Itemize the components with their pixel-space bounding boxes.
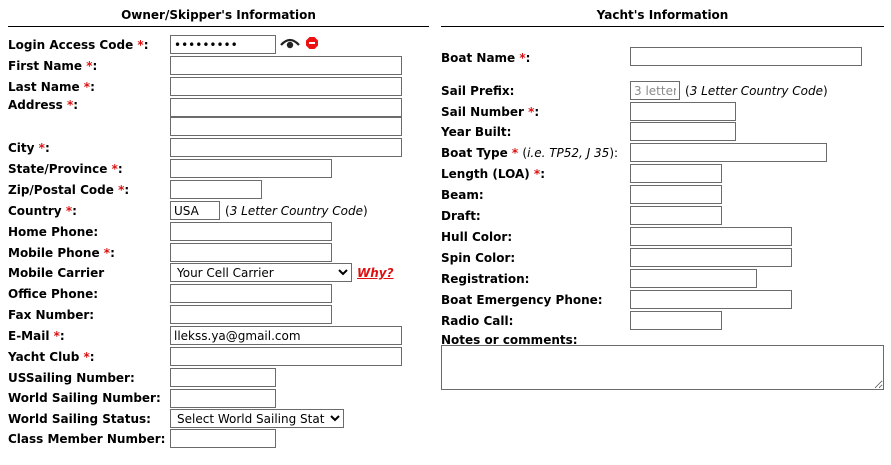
beam-input[interactable] bbox=[630, 185, 722, 204]
emergency-phone-input[interactable] bbox=[630, 290, 792, 309]
email-label: E-Mail *: bbox=[8, 329, 65, 343]
boat-type-input[interactable] bbox=[630, 143, 827, 162]
registration-label: Registration: bbox=[441, 272, 530, 286]
state-label: State/Province *: bbox=[8, 162, 123, 176]
zip-label: Zip/Postal Code *: bbox=[8, 183, 130, 197]
length-input[interactable] bbox=[630, 164, 722, 183]
beam-label: Beam: bbox=[441, 188, 484, 202]
country-label: Country *: bbox=[8, 204, 77, 218]
eye-icon[interactable] bbox=[280, 36, 300, 50]
country-input[interactable] bbox=[170, 201, 220, 220]
spin-color-label: Spin Color: bbox=[441, 251, 516, 265]
ussailing-label: USSailing Number: bbox=[8, 371, 135, 385]
city-label: City *: bbox=[8, 141, 50, 155]
ws-status-select[interactable]: Select World Sailing Status bbox=[170, 409, 344, 428]
hull-color-input[interactable] bbox=[630, 227, 792, 246]
address-line2-input[interactable] bbox=[170, 117, 402, 136]
zip-input[interactable] bbox=[170, 180, 262, 199]
state-input[interactable] bbox=[170, 159, 332, 178]
last-name-input[interactable] bbox=[170, 77, 402, 96]
boat-type-label: Boat Type * (i.e. TP52, J 35): bbox=[441, 146, 619, 160]
last-name-label: Last Name *: bbox=[8, 80, 95, 94]
owner-section-header: Owner/Skipper's Information bbox=[121, 8, 316, 22]
home-phone-input[interactable] bbox=[170, 222, 332, 241]
boat-name-input[interactable] bbox=[630, 47, 862, 66]
sail-prefix-input[interactable] bbox=[630, 81, 680, 100]
sail-number-input[interactable] bbox=[630, 102, 736, 121]
office-phone-input[interactable] bbox=[170, 284, 332, 303]
draft-input[interactable] bbox=[630, 206, 722, 225]
sail-prefix-hint: (3 Letter Country Code) bbox=[685, 84, 828, 98]
stop-icon[interactable] bbox=[306, 37, 318, 49]
draft-label: Draft: bbox=[441, 209, 481, 223]
required-mark: * bbox=[511, 146, 519, 160]
address-label: Address *: bbox=[8, 98, 79, 112]
first-name-label: First Name *: bbox=[8, 59, 98, 73]
emergency-phone-label: Boat Emergency Phone: bbox=[441, 293, 603, 307]
sail-number-label: Sail Number *: bbox=[441, 105, 540, 119]
class-member-label: Class Member Number: bbox=[8, 432, 166, 446]
notes-textarea[interactable] bbox=[441, 345, 884, 390]
ws-number-label: World Sailing Number: bbox=[8, 391, 161, 405]
fax-input[interactable] bbox=[170, 305, 332, 324]
first-name-input[interactable] bbox=[170, 56, 402, 75]
year-built-label: Year Built: bbox=[441, 125, 512, 139]
owner-header-divider bbox=[8, 26, 429, 27]
sail-prefix-label: Sail Prefix: bbox=[441, 84, 515, 98]
class-member-input[interactable] bbox=[170, 429, 276, 448]
yacht-club-input[interactable] bbox=[170, 347, 402, 366]
login-code-label: Login Access Code *: bbox=[8, 38, 149, 52]
ussailing-input[interactable] bbox=[170, 368, 276, 387]
home-phone-label: Home Phone: bbox=[8, 225, 99, 239]
ws-number-input[interactable] bbox=[170, 389, 276, 408]
boat-name-label: Boat Name *: bbox=[441, 51, 531, 65]
mobile-carrier-label: Mobile Carrier bbox=[8, 266, 105, 280]
yacht-section-header: Yacht's Information bbox=[596, 8, 729, 22]
email-input[interactable] bbox=[170, 326, 402, 345]
fax-label: Fax Number: bbox=[8, 308, 95, 322]
radio-call-label: Radio Call: bbox=[441, 314, 514, 328]
country-code-hint: (3 Letter Country Code) bbox=[225, 204, 368, 218]
login-code-input[interactable] bbox=[170, 35, 276, 54]
mobile-phone-input[interactable] bbox=[170, 243, 332, 262]
ws-status-label: World Sailing Status: bbox=[8, 412, 151, 426]
yacht-club-label: Yacht Club *: bbox=[8, 350, 95, 364]
yacht-header-divider bbox=[441, 26, 884, 27]
spin-color-input[interactable] bbox=[630, 248, 792, 267]
year-built-input[interactable] bbox=[630, 122, 736, 141]
city-input[interactable] bbox=[170, 138, 402, 157]
length-label: Length (LOA) *: bbox=[441, 167, 546, 181]
registration-input[interactable] bbox=[630, 269, 757, 288]
mobile-carrier-select[interactable]: Your Cell Carrier bbox=[170, 263, 352, 282]
hull-color-label: Hull Color: bbox=[441, 230, 513, 244]
radio-call-input[interactable] bbox=[630, 311, 722, 330]
mobile-phone-label: Mobile Phone *: bbox=[8, 246, 115, 260]
office-phone-label: Office Phone: bbox=[8, 287, 99, 301]
why-carrier-link[interactable]: Why? bbox=[357, 266, 394, 280]
address-line1-input[interactable] bbox=[170, 98, 402, 117]
